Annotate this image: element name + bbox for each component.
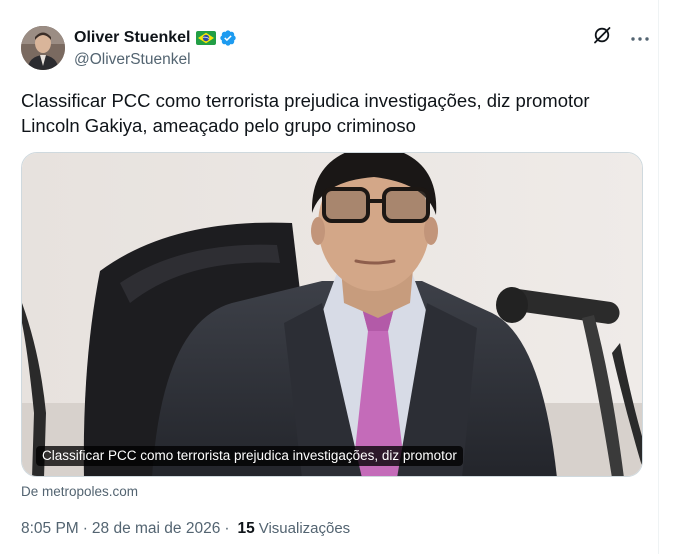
tweet-text: Classificar PCC como terrorista prejudic… bbox=[21, 90, 590, 136]
tweet-time[interactable]: 8:05 PM bbox=[21, 520, 79, 538]
views-label: Visualizações bbox=[258, 520, 351, 537]
tweet-date[interactable]: 28 de mai de 2026 bbox=[92, 520, 220, 538]
views-count: 15 bbox=[237, 520, 255, 537]
card-source-link[interactable]: De metropoles.com bbox=[21, 484, 138, 499]
avatar[interactable] bbox=[21, 26, 65, 70]
link-card[interactable]: Classificar PCC como terrorista prejudic… bbox=[21, 152, 643, 477]
card-image bbox=[22, 153, 642, 476]
brazil-flag-icon bbox=[195, 31, 216, 45]
grok-button[interactable] bbox=[591, 26, 613, 48]
meta-separator-2: · bbox=[224, 520, 230, 537]
author-names: Oliver Stuenkel @OliverStuenkel bbox=[74, 28, 237, 69]
card-caption: Classificar PCC como terrorista prejudic… bbox=[36, 446, 463, 466]
tweet-header: Oliver Stuenkel @OliverStuenkel bbox=[21, 26, 651, 72]
verified-badge-icon[interactable] bbox=[219, 29, 237, 47]
more-button[interactable] bbox=[629, 26, 651, 48]
timeline-border bbox=[658, 0, 659, 554]
grok-icon bbox=[592, 25, 612, 50]
meta-separator: · bbox=[82, 520, 88, 537]
tweet-meta: 8:05 PM · 28 de mai de 2026 · 15 Visuali… bbox=[21, 520, 350, 538]
author-display-name[interactable]: Oliver Stuenkel bbox=[74, 29, 191, 47]
author-handle[interactable]: @OliverStuenkel bbox=[74, 51, 237, 69]
more-dots-icon bbox=[631, 28, 649, 46]
